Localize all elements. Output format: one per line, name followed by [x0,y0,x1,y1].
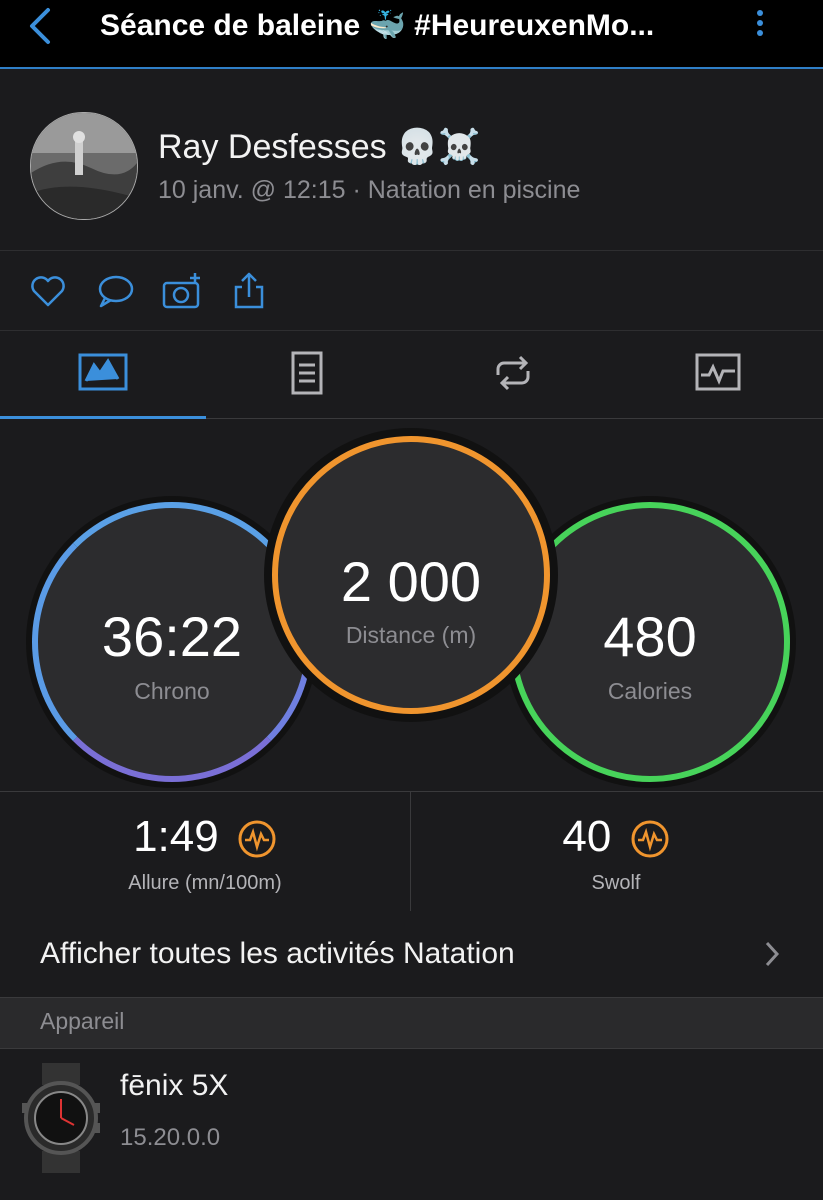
calories-label: Calories [607,678,693,704]
share-icon [234,272,264,309]
calories-value: 480 [603,605,697,668]
comment-icon [98,275,134,308]
top-bar: Séance de baleine 🐳 #HeureuxenMo... [0,0,823,69]
tab-stats[interactable] [0,331,206,419]
pace-value: 1:49 [133,812,219,861]
like-button[interactable] [28,271,68,311]
swolf-label: Swolf [591,872,641,894]
more-vertical-icon[interactable] [748,6,772,46]
show-all-label: Afficher toutes les activités Natation [40,937,515,970]
swolf-stat[interactable]: 40 Swolf [411,792,821,911]
distance-gauge[interactable]: 2 000 Distance (m) [272,436,550,714]
pace-label: Allure (mn/100m) [128,872,282,894]
chrono-gauge[interactable]: 36:22 Chrono [32,502,312,782]
chevron-left-icon [30,8,50,44]
share-button[interactable] [230,271,270,311]
device-section-header: Appareil [0,998,823,1049]
summary-gauges: 36:22 Chrono 480 Calories 2 000 Distance… [0,419,823,791]
swolf-row: 40 [411,812,821,862]
tab-bar [0,331,823,419]
activity-header: Ray Desfesses 💀☠️ 10 janv. @ 12:15 · Nat… [0,69,823,251]
chrono-label: Chrono [134,678,210,704]
section-title: Appareil [40,1008,125,1034]
chevron-right-icon [765,941,780,967]
device-row[interactable]: fēnix 5X 15.20.0.0 [0,1049,823,1200]
back-button[interactable] [22,6,58,46]
pace-row: 1:49 [0,812,410,862]
tab-details[interactable] [205,331,410,418]
device-version: 15.20.0.0 [120,1124,221,1151]
calories-gauge[interactable]: 480 Calories [510,502,790,782]
show-all-swim-activities-row[interactable]: Afficher toutes les activités Natation [0,911,823,998]
activity-meta: 10 janv. @ 12:15 · Natation en piscine [158,176,581,204]
chart-tab-icon [695,353,741,391]
watch-icon [22,1063,100,1173]
swolf-value: 40 [562,812,612,861]
tab-charts[interactable] [615,331,820,418]
tab-laps[interactable] [410,331,615,418]
effort-badge-icon [631,820,669,858]
heart-icon [31,276,65,307]
stats-tab-icon [78,353,128,391]
distance-label: Distance (m) [345,622,477,648]
pace-stat[interactable]: 1:49 Allure (mn/100m) [0,792,410,911]
effort-badge-icon [238,820,276,858]
add-photo-icon [162,273,200,309]
laps-tab-icon [496,355,530,391]
action-bar [0,251,823,331]
chrono-value: 36:22 [101,605,243,668]
page-title: Séance de baleine 🐳 #HeureuxenMo... [100,9,655,42]
avatar[interactable] [30,112,138,220]
comment-button[interactable] [95,271,135,311]
avatar-photo [31,113,137,219]
distance-value: 2 000 [340,550,482,613]
device-name: fēnix 5X [120,1069,229,1102]
add-photo-button[interactable] [162,271,202,311]
athlete-name[interactable]: Ray Desfesses 💀☠️ [158,127,481,167]
details-tab-icon [291,351,323,395]
secondary-stats: 1:49 Allure (mn/100m) 40 Swolf [0,791,823,912]
